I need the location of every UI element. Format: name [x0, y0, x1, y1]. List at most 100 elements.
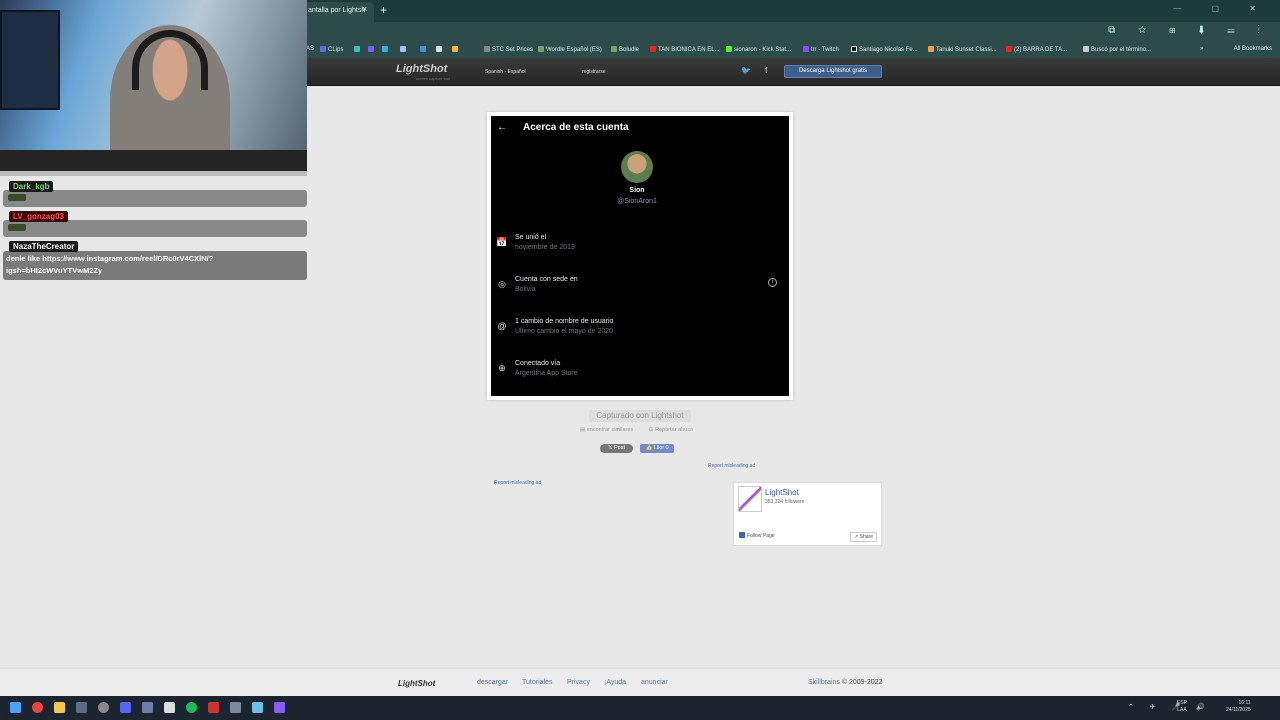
discord-icon[interactable] — [120, 702, 131, 713]
bookmark-icon[interactable] — [420, 46, 428, 53]
chat-username: Dark_kgb — [9, 181, 54, 192]
row-value: Último cambio el mayo de 2020 — [515, 328, 614, 335]
bookmark-icon[interactable] — [368, 46, 376, 53]
windows-taskbar: ⌃ ✈ 🎤 🔊 ESP LAA 16:11 24/11/2025 — [0, 696, 1280, 720]
bookmark-label: sionaron - Kick Stat... — [734, 47, 792, 53]
social-icons[interactable]: 🐦 f — [741, 66, 773, 75]
copyright: Skillbrains © 2009-2022 — [808, 679, 882, 686]
twitter-post-button[interactable]: 𝕏 Post — [600, 444, 633, 453]
bookmark-item[interactable]: Tanuki Sunset Classi... — [928, 46, 997, 53]
footer-link-advertise[interactable]: anunciar — [641, 679, 668, 686]
footer-logo[interactable]: LightShot — [398, 679, 435, 688]
bookmark-item[interactable]: sionaron - Kick Stat... — [726, 46, 791, 53]
footer-link-privacy[interactable]: Privacy — [567, 679, 590, 686]
follow-page-button[interactable]: Follow Page — [739, 532, 775, 539]
bookmark-item[interactable]: CLips — [320, 46, 343, 53]
find-similar-link[interactable]: ▤ encontrar similares — [580, 427, 633, 433]
window-controls[interactable]: — ▢ ✕ — [1173, 4, 1270, 13]
row-value: Argentina App Store — [515, 370, 578, 377]
download-button[interactable]: Descarga Lightshot gratis — [784, 65, 882, 78]
bookmark-item[interactable]: Boludle — [611, 46, 639, 53]
account-info-row: ⊕ Conectado vía Argentina App Store — [496, 360, 781, 384]
facebook-like-button[interactable]: 👍 Like 0 — [640, 444, 674, 453]
profile-name: Sion — [629, 187, 645, 194]
file-explorer-icon[interactable] — [54, 702, 65, 713]
bookmark-item[interactable]: AS — [306, 46, 314, 52]
bookmark-label: (2) BARRA DE TA... — [1014, 47, 1068, 53]
bookmark-label: trr - Twitch — [811, 47, 839, 53]
app-icon[interactable] — [252, 702, 263, 713]
share-button[interactable]: ↗ Share — [850, 532, 877, 542]
system-clock[interactable]: 16:11 24/11/2025 — [1226, 700, 1251, 714]
row-label: Conectado vía — [515, 360, 561, 367]
twitch-icon[interactable] — [274, 702, 285, 713]
page-footer: LightShot descargar Tutoriales Privacy ¡… — [0, 668, 1280, 696]
location-pin-icon: ◎ — [498, 279, 506, 289]
bookmark-label: Santiago Nicolas Fe... — [859, 47, 918, 53]
row-label: Se unió el — [515, 234, 547, 241]
avatar — [621, 151, 653, 183]
facebook-icon — [739, 532, 745, 538]
system-tray-icons[interactable]: ⌃ ✈ 🎤 🔊 — [1128, 703, 1212, 711]
fb-page-name[interactable]: LightShot — [765, 488, 799, 497]
skillbrains-link[interactable]: Skillbrains — [808, 679, 840, 686]
new-tab-button[interactable]: + — [380, 3, 387, 17]
at-sign-icon: @ — [497, 321, 507, 331]
lightshot-logo[interactable]: LightShot — [396, 63, 447, 75]
chat-emote-icon — [8, 224, 26, 231]
chrome-icon[interactable] — [32, 702, 43, 713]
obs-icon[interactable] — [98, 702, 109, 713]
register-link[interactable]: registrarse — [582, 69, 606, 75]
footer-link-help[interactable]: ¡Ayuda — [604, 679, 626, 686]
captured-with-lightshot-badge[interactable]: Capturado con Lightshot — [589, 410, 691, 422]
input-language[interactable]: ESP LAA — [1177, 700, 1187, 714]
bookmark-icon[interactable] — [354, 46, 362, 53]
bookmarks-more-icon[interactable]: » — [1200, 46, 1203, 52]
tab-close-icon[interactable]: × — [362, 4, 367, 14]
windows-start-icon[interactable] — [10, 702, 21, 713]
bookmark-item[interactable]: STC Set Prices — [484, 46, 533, 53]
lightshot-logo-subtitle: screen capture tool — [416, 76, 451, 81]
clock-time: 16:11 — [1238, 700, 1251, 706]
bookmark-item[interactable]: Buscó por el término... — [1083, 46, 1151, 53]
lightshot-feather-icon[interactable] — [738, 486, 762, 512]
bookmark-label: CLips — [328, 47, 344, 53]
bookmark-label: Tanuki Sunset Classi... — [936, 47, 997, 53]
bookmark-item[interactable]: TAN BIONICA EN EL... — [650, 46, 720, 53]
report-ad-link[interactable]: Report misleading ad — [708, 463, 755, 469]
row-value: noviembre de 2013 — [515, 244, 575, 251]
bookmark-item[interactable]: Wordle Español (ES) — [538, 46, 602, 53]
fb-followers-count: 383,324 followers — [765, 499, 805, 505]
bookmark-label: Buscó por el término... — [1091, 47, 1152, 53]
all-bookmarks-button[interactable]: All Bookmarks — [1234, 46, 1272, 52]
app-icon[interactable] — [164, 702, 175, 713]
bookmark-icon[interactable] — [382, 46, 390, 53]
back-arrow-icon: ← — [497, 122, 507, 133]
bookmark-item[interactable]: (2) BARRA DE TA... — [1006, 46, 1067, 53]
report-abuse-link[interactable]: ⊡ Reportar abuso — [649, 427, 693, 433]
captured-image[interactable]: ← Acerca de esta cuenta Sion @SionAron1 … — [491, 116, 789, 396]
language-select[interactable]: Spanish - Español — [485, 69, 526, 75]
report-ad-link[interactable]: Report misleading ad — [494, 480, 541, 486]
bookmark-item[interactable]: Santiago Nicolas Fe... — [851, 46, 918, 53]
bookmark-icon[interactable] — [452, 46, 460, 53]
row-label: Cuenta con sede en — [515, 276, 578, 283]
copyright-years: © 2009-2022 — [841, 679, 883, 686]
bookmark-icon[interactable] — [400, 46, 408, 53]
footer-link-tutorials[interactable]: Tutoriales — [522, 679, 552, 686]
language-code: ESP — [1177, 700, 1188, 706]
app-icon[interactable] — [230, 702, 241, 713]
chat-message: denle like https://www.instagram.com/ree… — [3, 251, 307, 280]
webcam-overlay — [0, 0, 307, 176]
account-info-row: ◎ Cuenta con sede en Bolivia — [496, 276, 781, 300]
capture-title: Acerca de esta cuenta — [523, 122, 629, 133]
app-icon[interactable] — [208, 702, 219, 713]
footer-link-download[interactable]: descargar — [477, 679, 508, 686]
steam-icon[interactable] — [76, 702, 87, 713]
app-icon[interactable] — [142, 702, 153, 713]
spotify-icon[interactable] — [186, 702, 197, 713]
bookmark-icon[interactable] — [436, 46, 444, 53]
facebook-page-widget: LightShot 383,324 followers Follow Page … — [733, 482, 882, 546]
bookmark-item[interactable]: trr - Twitch — [803, 46, 839, 53]
toolbar-icons[interactable]: ⧉ ☆ ⊞ ⬇ ☰ ⋮ — [1108, 25, 1270, 36]
